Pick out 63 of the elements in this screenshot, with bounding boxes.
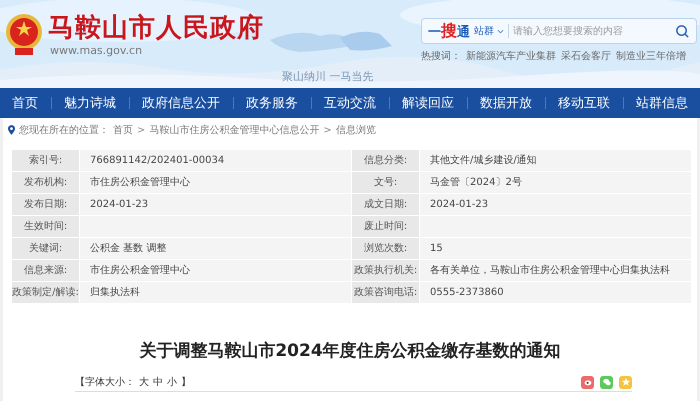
- field-label: 政策咨询电话:: [352, 282, 419, 303]
- field-label: 信息来源:: [12, 260, 79, 281]
- font-size-link[interactable]: 小: [167, 375, 177, 389]
- font-size-link[interactable]: 中: [153, 375, 163, 389]
- search-logo: 一搜通: [428, 20, 470, 42]
- nav-item[interactable]: 政务服务: [246, 94, 298, 112]
- field-label: 生效时间:: [12, 216, 79, 237]
- field-value: 各有关单位，马鞍山市住房公积金管理中心归集执法科: [420, 260, 691, 281]
- breadcrumb-separator: >: [137, 124, 146, 136]
- breadcrumb-link[interactable]: 首页: [113, 123, 133, 137]
- field-value: 公积金 基数 调整: [80, 238, 351, 259]
- field-value: 766891142/202401-00034: [80, 150, 351, 171]
- field-value: 0555-2373860: [420, 282, 691, 303]
- caret-icon: [497, 28, 504, 34]
- nav-item[interactable]: 数据开放: [480, 94, 532, 112]
- field-label: 信息分类:: [352, 150, 419, 171]
- nav-item[interactable]: 站群信息: [636, 94, 688, 112]
- hot-word-link[interactable]: 采石会客厅: [561, 49, 611, 63]
- field-value: 归集执法科: [80, 282, 351, 303]
- nav-item[interactable]: 移动互联: [558, 94, 610, 112]
- breadcrumb-link[interactable]: 马鞍山市住房公积金管理中心信息公开: [149, 123, 320, 137]
- location-pin-icon: [8, 125, 15, 135]
- search-icon[interactable]: [675, 24, 690, 38]
- field-value: 其他文件/城乡建设/通知: [420, 150, 691, 171]
- wechat-share-icon[interactable]: [600, 376, 613, 388]
- field-value: 马金管〔2024〕2号: [420, 172, 691, 193]
- font-size-link[interactable]: 大: [139, 375, 149, 389]
- hot-label: 热搜词：: [421, 50, 461, 63]
- field-value: 市住房公积金管理中心: [80, 260, 351, 281]
- field-label: 政策执行机关:: [352, 260, 419, 281]
- nav-item[interactable]: 首页: [12, 94, 38, 112]
- field-label: 成文日期:: [352, 194, 419, 215]
- scope-dropdown[interactable]: 站群: [474, 24, 509, 38]
- field-value: 2024-01-23: [420, 194, 691, 215]
- field-label: 索引号:: [12, 150, 79, 171]
- field-value: 15: [420, 238, 691, 259]
- site-url: www.mas.gov.cn: [50, 44, 144, 57]
- font-size-label: 【字体大小：: [75, 376, 135, 389]
- nav-item[interactable]: 魅力诗城: [64, 94, 116, 112]
- field-value: 2024-01-23: [80, 194, 351, 215]
- field-label: 发布机构:: [12, 172, 79, 193]
- hot-word-link[interactable]: 新能源汽车产业集群: [466, 49, 556, 63]
- field-label: 政策制定/解读:: [12, 282, 79, 303]
- breadcrumb-label: 您现在所在的位置：: [19, 124, 109, 137]
- emblem-icon: [4, 12, 44, 56]
- slogan: 聚山纳川 一马当先: [282, 69, 374, 84]
- star-icon[interactable]: [619, 376, 632, 388]
- field-label: 发布日期:: [12, 194, 79, 215]
- hot-word-link[interactable]: 制造业三年倍增: [616, 49, 686, 63]
- breadcrumb-link[interactable]: 信息浏览: [336, 123, 376, 137]
- weibo-share-icon[interactable]: [581, 376, 594, 388]
- font-size-bracket: 】: [181, 376, 191, 389]
- field-label: 关键词:: [12, 238, 79, 259]
- nav-item[interactable]: 解读回应: [402, 94, 454, 112]
- breadcrumb-separator: >: [323, 124, 332, 136]
- site-title: 马鞍山市人民政府: [48, 12, 264, 44]
- field-label: 浏览次数:: [352, 238, 419, 259]
- nav-item[interactable]: 政府信息公开: [142, 94, 220, 112]
- field-label: 文号:: [352, 172, 419, 193]
- field-label: 废止时间:: [352, 216, 419, 237]
- field-value: 市住房公积金管理中心: [80, 172, 351, 193]
- article-title: 关于调整马鞍山市2024年度住房公积金缴存基数的通知: [138, 340, 562, 363]
- nav-item[interactable]: 互动交流: [324, 94, 376, 112]
